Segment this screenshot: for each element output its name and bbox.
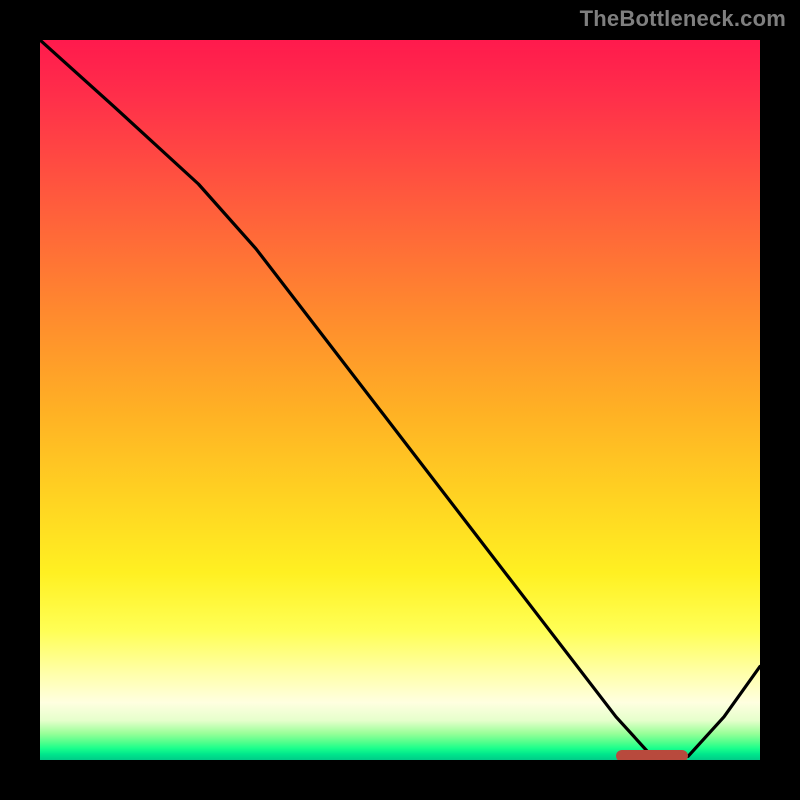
- watermark-text: TheBottleneck.com: [580, 6, 786, 32]
- optimal-range-marker: [616, 750, 688, 760]
- bottleneck-curve: [40, 40, 760, 760]
- plot-area: [40, 40, 760, 760]
- chart-container: TheBottleneck.com: [0, 0, 800, 800]
